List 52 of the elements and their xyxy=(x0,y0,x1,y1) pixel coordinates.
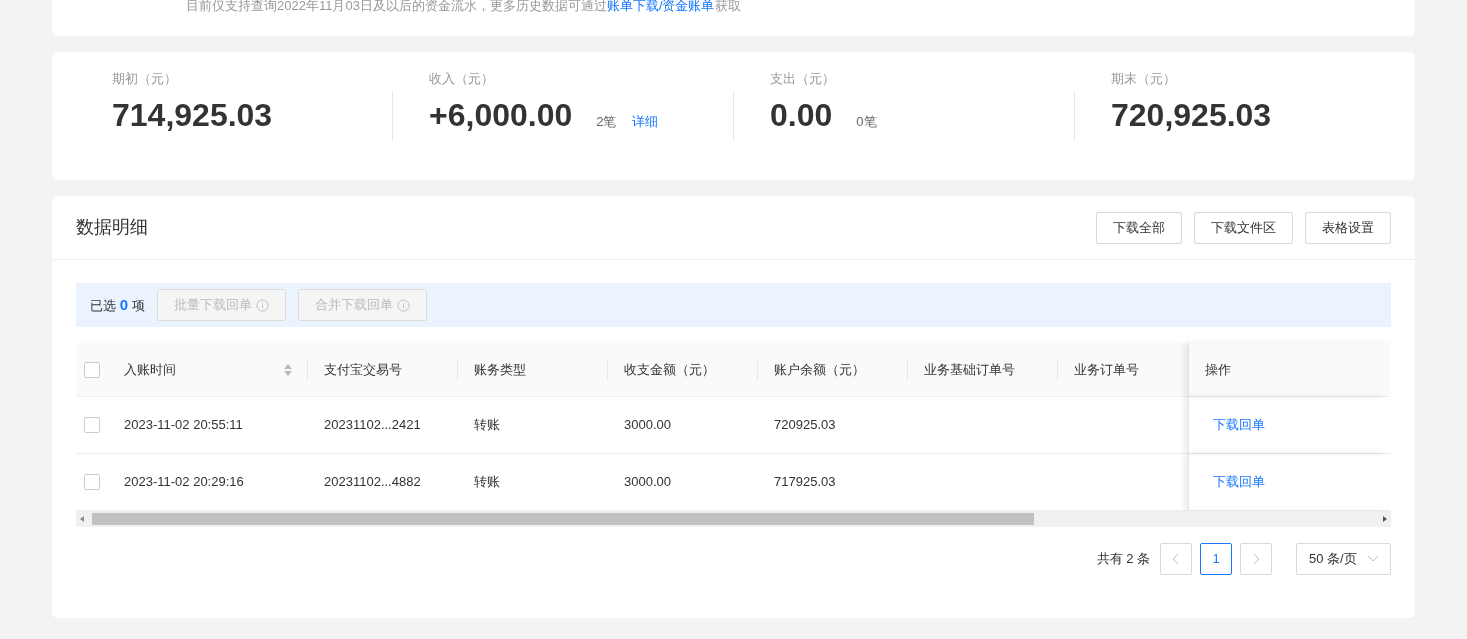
column-header: 收支金额（元） xyxy=(608,343,758,396)
summary-label: 支出（元） xyxy=(770,70,836,88)
column-header: 业务订单号 xyxy=(1073,360,1140,379)
column-header[interactable]: 入账时间 xyxy=(108,343,308,396)
transaction-count: 0笔 xyxy=(856,113,877,131)
checkbox[interactable] xyxy=(84,474,100,490)
toolbar-button[interactable]: 表格设置 xyxy=(1305,211,1391,244)
summary-amount: +6,000.00 xyxy=(429,96,573,135)
summary-amount: 714,925.03 xyxy=(112,96,273,135)
table-cell-text: 3000.00 xyxy=(624,473,671,492)
column-header: 账户余额（元） xyxy=(758,343,908,396)
table-cell-text: 717925.03 xyxy=(774,473,836,492)
detail-link[interactable]: 详细 xyxy=(632,112,659,132)
table-cell-text: 20231102...2421 xyxy=(324,416,421,435)
info-icon xyxy=(396,298,410,312)
page-button[interactable]: 1 xyxy=(1200,543,1232,575)
table-cell-text: 转账 xyxy=(474,473,500,492)
previous-page-button[interactable] xyxy=(1160,543,1192,575)
chevron-right-icon xyxy=(1252,553,1260,565)
column-header: 支付宝交易号 xyxy=(308,343,458,396)
bill-download-link[interactable]: 账单下载/资金账单 xyxy=(606,0,715,13)
next-page-button[interactable] xyxy=(1240,543,1272,575)
sort-icon[interactable] xyxy=(284,363,292,376)
horizontal-scrollbar[interactable] xyxy=(76,511,1391,527)
checkbox[interactable] xyxy=(84,361,100,378)
download-receipt-link[interactable]: 下载回单 xyxy=(1213,472,1265,492)
section-title: 数据明细 xyxy=(76,216,148,239)
table-cell-text: 转账 xyxy=(474,416,500,435)
summary-label: 期初（元） xyxy=(112,70,178,88)
toolbar-button[interactable]: 下载文件区 xyxy=(1194,211,1293,244)
total-count: 共有 2 条 xyxy=(1096,550,1150,569)
column-header: 业务基础订单号 xyxy=(908,343,1058,396)
page-size-select[interactable]: 50 条/页 xyxy=(1296,543,1391,575)
download-receipt-link[interactable]: 下载回单 xyxy=(1213,415,1265,435)
selection-count-text: 已选 0 项 xyxy=(90,294,145,315)
chevron-down-icon xyxy=(1368,556,1378,562)
column-header: 操作 xyxy=(1188,343,1388,396)
table-cell-text: 3000.00 xyxy=(624,416,671,435)
chevron-left-icon xyxy=(1172,553,1180,565)
checkbox[interactable] xyxy=(84,417,100,433)
toolbar-button[interactable]: 下载全部 xyxy=(1096,211,1182,244)
summary-label: 期末（元） xyxy=(1111,70,1177,88)
summary-label: 收入（元） xyxy=(429,70,495,88)
column-header: 账务类型 xyxy=(458,343,608,396)
table-cell-text: 20231102...4882 xyxy=(324,473,421,492)
summary-amount: 720,925.03 xyxy=(1111,96,1272,135)
table-cell-text: 720925.03 xyxy=(774,416,836,435)
summary-amount: 0.00 xyxy=(770,96,833,135)
table-cell-text: 2023-11-02 20:55:11 xyxy=(124,416,243,435)
transaction-count: 2笔 xyxy=(596,113,617,131)
table-cell-text: 2023-11-02 20:29:16 xyxy=(124,473,244,492)
info-icon xyxy=(255,298,269,312)
